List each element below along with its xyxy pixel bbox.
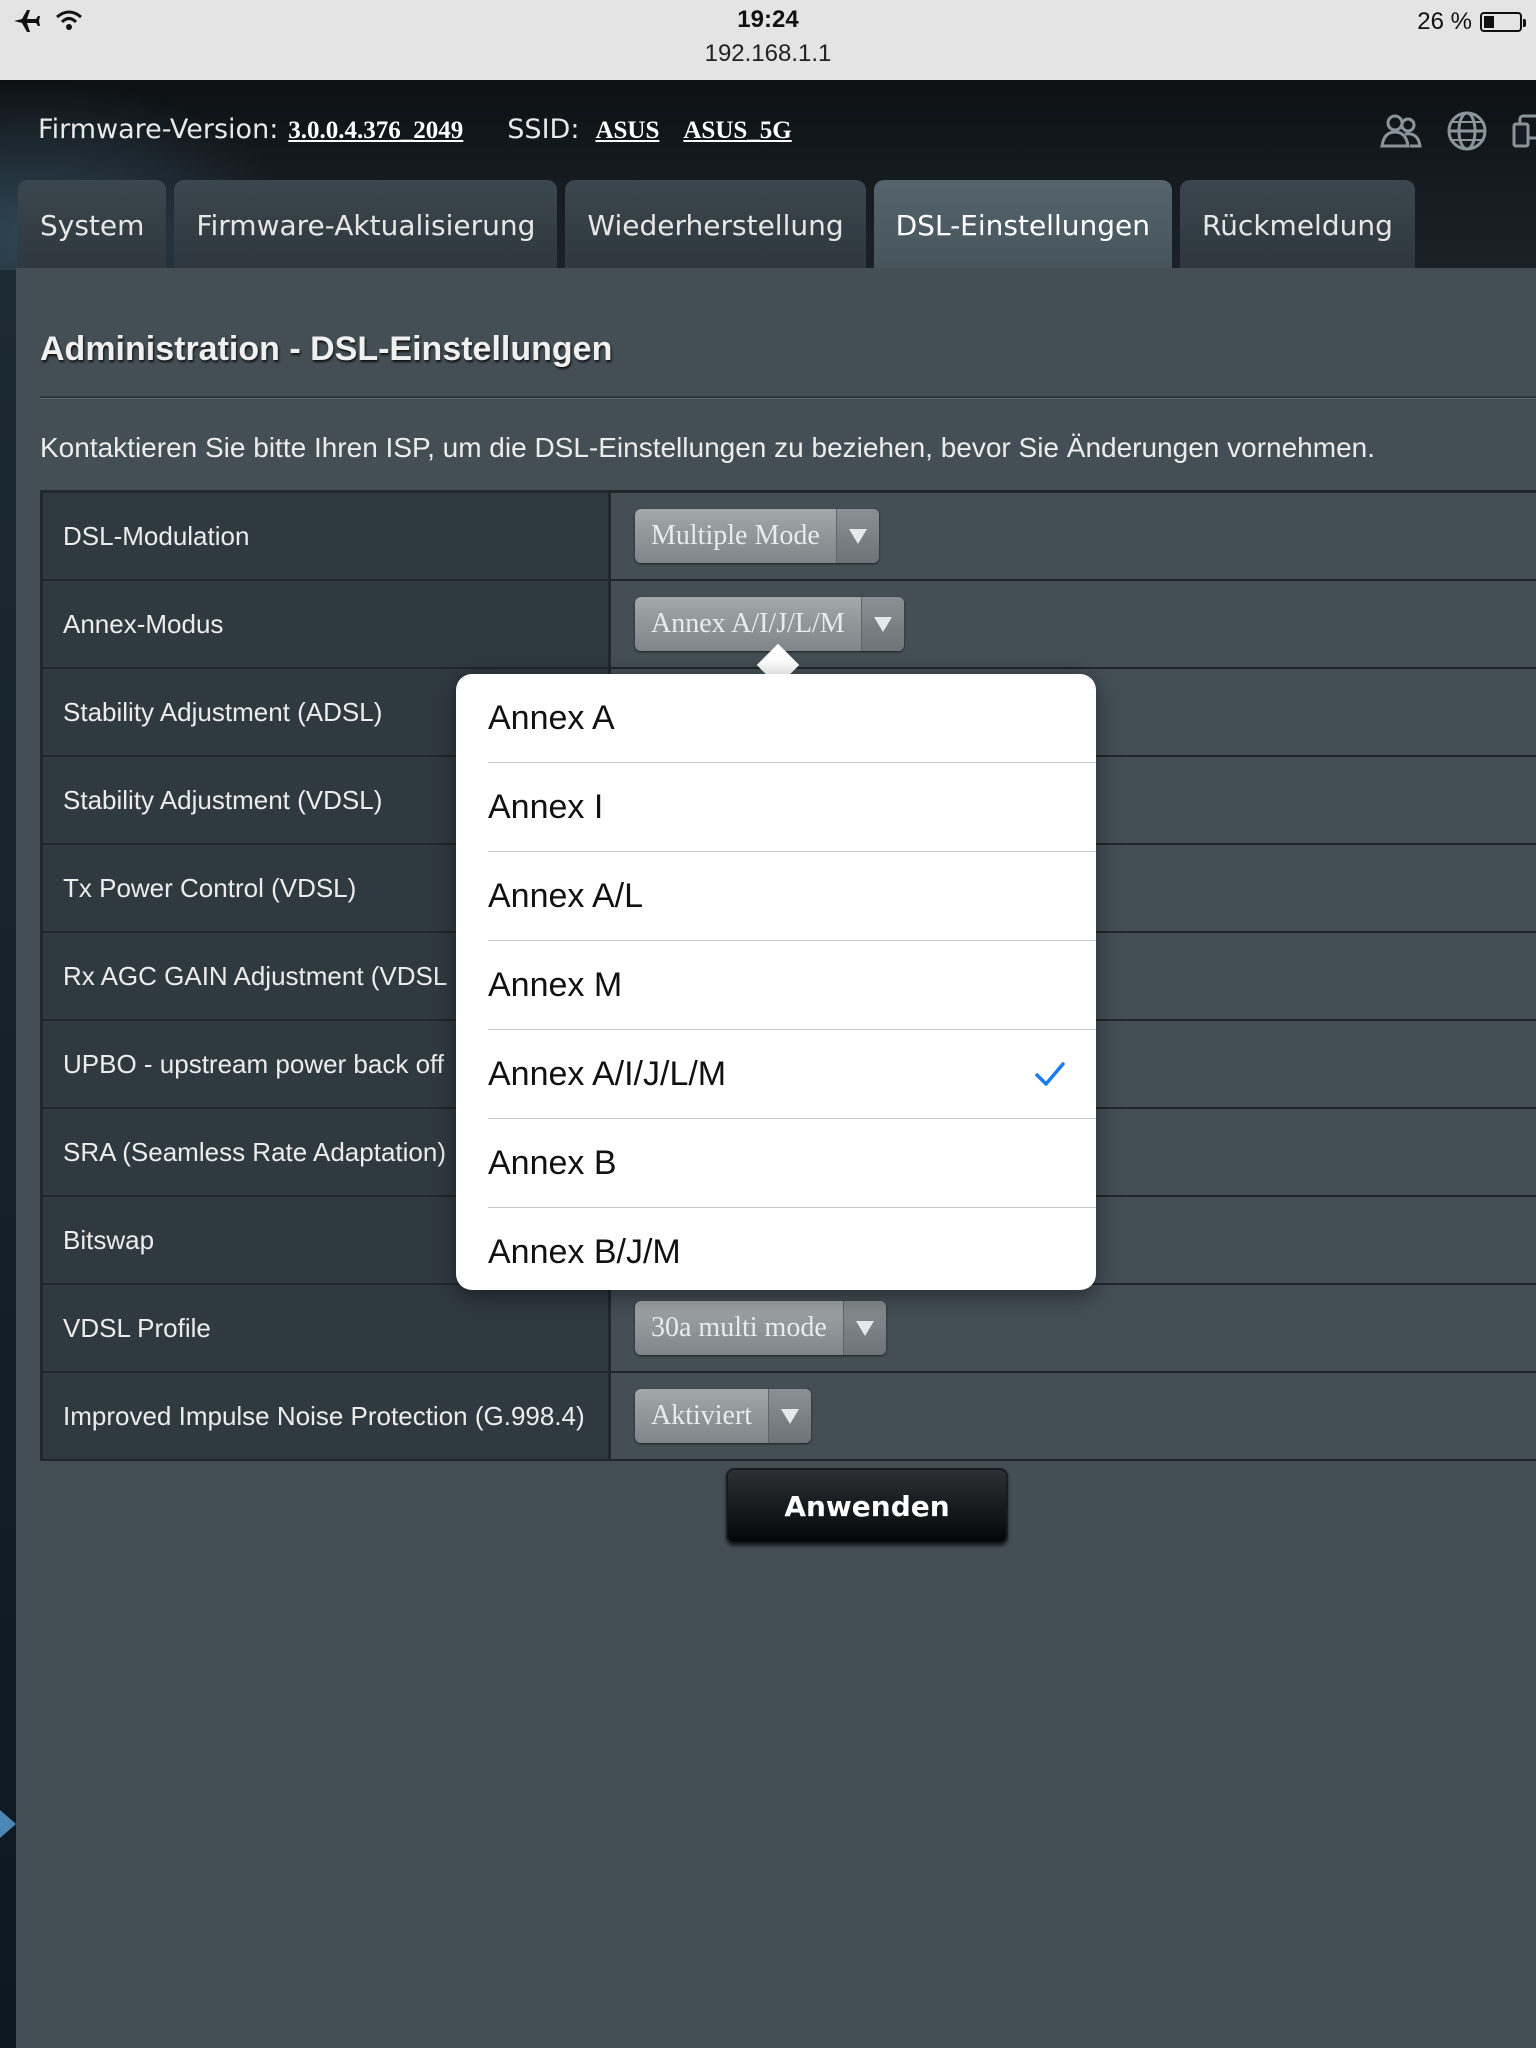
- isp-hint: Kontaktieren Sie bitte Ihren ISP, um die…: [40, 432, 1375, 463]
- globe-icon[interactable]: [1444, 108, 1490, 154]
- inp-protection-select[interactable]: Aktiviert: [635, 1389, 812, 1443]
- setting-label: Annex-Modus: [43, 581, 611, 667]
- header-icons: [1378, 108, 1536, 154]
- apply-button[interactable]: Anwenden: [726, 1468, 1008, 1544]
- option-label: Annex A/I/J/L/M: [488, 1054, 727, 1093]
- battery-indicator: 26 %: [1417, 8, 1526, 36]
- vdsl-profile-select[interactable]: 30a multi mode: [635, 1301, 886, 1355]
- tab-dsl-settings[interactable]: DSL-Einstellungen: [873, 180, 1172, 270]
- table-row: Improved Impulse Noise Protection (G.998…: [43, 1373, 1536, 1461]
- option-label: Annex B/J/M: [488, 1232, 681, 1271]
- tab-restore[interactable]: Wiederherstellung: [565, 180, 866, 270]
- devices-icon[interactable]: [1510, 108, 1536, 154]
- chevron-down-icon: [768, 1389, 812, 1443]
- select-value: 30a multi mode: [651, 1312, 827, 1343]
- annex-mode-select[interactable]: Annex A/I/J/L/M: [635, 597, 904, 651]
- page-title: Administration - DSL-Einstellungen: [40, 330, 613, 368]
- title-divider: [40, 396, 1536, 399]
- option-label: Annex M: [488, 965, 623, 1004]
- annex-option[interactable]: Annex B: [488, 1119, 1096, 1208]
- annex-option[interactable]: Annex I: [488, 763, 1096, 852]
- firmware-label: Firmware-Version:: [38, 114, 279, 145]
- tab-firmware-update[interactable]: Firmware-Aktualisierung: [174, 180, 558, 270]
- expand-arrow-icon[interactable]: [0, 1810, 16, 1838]
- select-value: Aktiviert: [651, 1400, 753, 1431]
- option-label: Annex A: [488, 698, 615, 737]
- ssid-link-24ghz[interactable]: ASUS: [595, 117, 659, 145]
- option-label: Annex A/L: [488, 876, 644, 915]
- chevron-down-icon: [860, 597, 904, 651]
- firmware-version-link[interactable]: 3.0.0.4.376_2049: [288, 117, 463, 145]
- select-value: Multiple Mode: [651, 520, 820, 551]
- router-header: Firmware-Version: 3.0.0.4.376_2049 SSID:…: [0, 80, 1536, 270]
- option-label: Annex B: [488, 1143, 617, 1182]
- dsl-modulation-select[interactable]: Multiple Mode: [635, 509, 879, 563]
- ssid-link-5ghz[interactable]: ASUS_5G: [683, 117, 791, 145]
- table-row: DSL-Modulation Multiple Mode: [43, 493, 1536, 581]
- battery-icon: [1480, 12, 1526, 32]
- setting-label: DSL-Modulation: [43, 493, 611, 579]
- tab-system[interactable]: System: [18, 180, 167, 270]
- annex-option[interactable]: Annex A/L: [488, 852, 1096, 941]
- annex-option-selected[interactable]: Annex A/I/J/L/M: [488, 1030, 1096, 1119]
- setting-label: VDSL Profile: [43, 1285, 611, 1371]
- status-bar: 19:24 192.168.1.1 26 %: [0, 0, 1536, 81]
- status-time: 19:24: [737, 6, 799, 33]
- setting-label: Improved Impulse Noise Protection (G.998…: [43, 1373, 611, 1459]
- option-label: Annex I: [488, 787, 604, 826]
- ssid-label: SSID:: [507, 114, 580, 145]
- table-row: VDSL Profile 30a multi mode: [43, 1285, 1536, 1373]
- side-menu-edge: [0, 270, 16, 2048]
- tab-feedback[interactable]: Rückmeldung: [1179, 180, 1415, 270]
- chevron-down-icon: [835, 509, 879, 563]
- annex-mode-popover: Annex A Annex I Annex A/L Annex M Annex …: [456, 674, 1096, 1290]
- admin-tabs: System Firmware-Aktualisierung Wiederher…: [18, 180, 1415, 270]
- annex-option[interactable]: Annex B/J/M: [488, 1208, 1096, 1290]
- address-bar-url[interactable]: 192.168.1.1: [0, 40, 1536, 68]
- checkmark-icon: [1035, 1062, 1065, 1086]
- select-value: Annex A/I/J/L/M: [651, 608, 845, 639]
- users-icon[interactable]: [1378, 108, 1424, 154]
- battery-percent: 26 %: [1417, 8, 1472, 35]
- chevron-down-icon: [842, 1301, 886, 1355]
- annex-option[interactable]: Annex M: [488, 941, 1096, 1030]
- firmware-line: Firmware-Version: 3.0.0.4.376_2049 SSID:…: [38, 114, 792, 145]
- annex-option[interactable]: Annex A: [488, 674, 1096, 763]
